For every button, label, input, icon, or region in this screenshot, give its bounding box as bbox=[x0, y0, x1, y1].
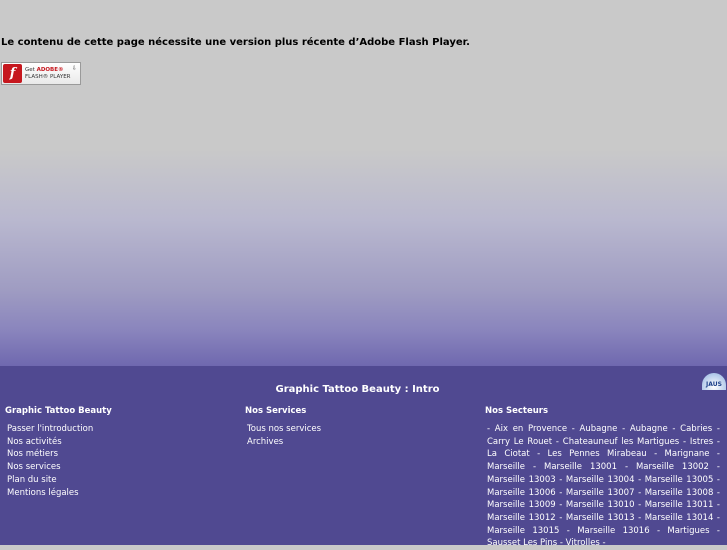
footer-link-skip-intro[interactable]: Passer l'introduction bbox=[7, 423, 112, 436]
flash-logo-icon: f bbox=[3, 64, 22, 83]
footer-link-sitemap[interactable]: Plan du site bbox=[7, 474, 112, 487]
column-heading: Nos Services bbox=[245, 406, 307, 416]
flash-badge-get: Get bbox=[25, 66, 37, 73]
site-footer: Graphic Tattoo Beauty : Intro JAUS Graph… bbox=[0, 366, 727, 548]
get-flash-player-button[interactable]: f Get ADOBE® FLASH® PLAYER ⇩ bbox=[1, 62, 81, 85]
column-heading: Graphic Tattoo Beauty bbox=[5, 406, 112, 416]
footer-link-trades[interactable]: Nos métiers bbox=[7, 448, 112, 461]
footer-link-services[interactable]: Nos services bbox=[7, 461, 112, 474]
footer-column-sectors: Nos Secteurs - Aix en Provence - Aubagne… bbox=[485, 406, 720, 550]
flash-badge-text: Get ADOBE® FLASH® PLAYER bbox=[25, 67, 71, 81]
footer-link-legal[interactable]: Mentions légales bbox=[7, 487, 112, 500]
footer-title: Graphic Tattoo Beauty : Intro bbox=[275, 384, 440, 395]
sectors-list[interactable]: - Aix en Provence - Aubagne - Aubagne - … bbox=[485, 423, 720, 550]
footer-column-services: Nos Services Tous nos services Archives bbox=[245, 406, 321, 448]
footer-link-all-services[interactable]: Tous nos services bbox=[247, 423, 321, 436]
jaus-badge-icon[interactable]: JAUS bbox=[702, 373, 726, 390]
flash-badge-player: FLASH® PLAYER bbox=[25, 73, 71, 80]
footer-column-graphic-tattoo-beauty: Graphic Tattoo Beauty Passer l'introduct… bbox=[5, 406, 112, 499]
column-heading: Nos Secteurs bbox=[485, 406, 549, 416]
footer-link-activities[interactable]: Nos activités bbox=[7, 436, 112, 449]
footer-link-archives[interactable]: Archives bbox=[247, 436, 321, 449]
flash-required-message: Le contenu de cette page nécessite une v… bbox=[1, 37, 470, 48]
flash-badge-adobe: ADOBE® bbox=[36, 66, 64, 73]
download-arrow-icon: ⇩ bbox=[71, 65, 77, 72]
